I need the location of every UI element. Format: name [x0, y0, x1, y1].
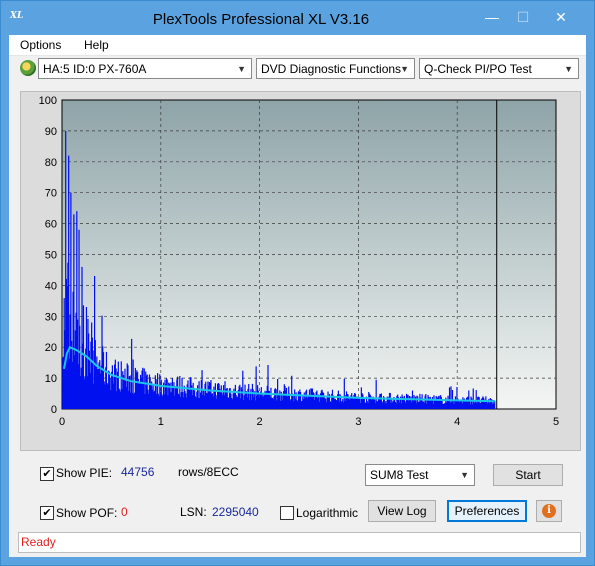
chevron-down-icon: ▼ — [460, 470, 469, 480]
show-poe-checkbox[interactable]: ✔ — [40, 506, 54, 520]
chevron-down-icon: ▼ — [564, 64, 573, 74]
sum-select-value: SUM8 Test — [370, 468, 429, 482]
chevron-down-icon: ▼ — [400, 64, 409, 74]
minimize-icon: — — [485, 9, 499, 25]
toolbar: HA:5 ID:0 PX-760A ▼ DVD Diagnostic Funct… — [9, 57, 586, 83]
logarithmic-checkbox[interactable] — [280, 506, 294, 520]
pie-unit: rows/8ECC — [178, 465, 239, 479]
chevron-down-icon: ▼ — [237, 64, 246, 74]
y-tick-label: 70 — [45, 188, 57, 200]
maximize-button[interactable]: ☐ — [508, 7, 538, 27]
info-button[interactable]: i — [536, 500, 562, 522]
close-icon: ✕ — [555, 9, 567, 25]
y-tick-label: 40 — [45, 280, 57, 292]
close-button[interactable]: ✕ — [539, 7, 583, 27]
menu-options[interactable]: Options — [20, 38, 61, 52]
drive-select[interactable]: HA:5 ID:0 PX-760A ▼ — [38, 58, 252, 79]
function-select-value: DVD Diagnostic Functions — [261, 62, 402, 76]
status-text: Ready — [21, 535, 56, 549]
window-title: PlexTools Professional XL V3.16 — [152, 11, 370, 28]
pie-row: ✔ Show PIE: 44756 rows/8ECC SUM8 Test ▼ … — [9, 460, 586, 486]
y-tick-label: 50 — [45, 250, 57, 262]
y-tick-label: 30 — [45, 311, 57, 323]
x-tick-label: 4 — [454, 416, 460, 428]
status-bar: Ready — [18, 532, 581, 553]
pi-chart: 0 10 20 30 40 50 60 70 80 90 100 0 1 2 3 4 5 — [39, 95, 559, 428]
y-tick-label: 10 — [45, 373, 57, 385]
function-select[interactable]: DVD Diagnostic Functions ▼ — [256, 58, 415, 79]
checkmark-icon: ✔ — [42, 468, 52, 480]
drive-disc-icon — [20, 60, 36, 76]
y-tick-label: 0 — [51, 404, 57, 416]
checkmark-icon: ✔ — [42, 507, 52, 519]
pi-chart-frame: 0 10 20 30 40 50 60 70 80 90 100 0 1 2 3 4 5 — [20, 91, 581, 451]
pof-row: ✔ Show POF: 0 LSN: 2295040 Logarithmic V… — [9, 500, 586, 524]
x-tick-label: 3 — [355, 416, 361, 428]
x-tick-label: 2 — [257, 416, 263, 428]
lsn-label: LSN: — [180, 505, 207, 519]
logarithmic-label: Logarithmic — [296, 506, 359, 520]
poe-value: 0 — [121, 505, 128, 519]
pie-value: 44756 — [121, 465, 155, 479]
show-pie-checkbox[interactable]: ✔ — [40, 467, 54, 481]
preferences-button[interactable]: Preferences — [447, 500, 527, 522]
y-tick-label: 80 — [45, 157, 57, 169]
x-tick-label: 0 — [59, 416, 65, 428]
info-icon: i — [542, 504, 556, 518]
y-tick-label: 20 — [45, 342, 57, 354]
title-bar[interactable]: XL PlexTools Professional XL V3.16 — ☐ ✕ — [1, 1, 594, 35]
y-tick-label: 100 — [39, 95, 57, 107]
minimize-button[interactable]: — — [477, 7, 507, 27]
menu-help[interactable]: Help — [84, 38, 109, 52]
lsn-value: 2295040 — [212, 505, 259, 519]
start-button[interactable]: Start — [493, 464, 563, 486]
drive-select-value: HA:5 ID:0 PX-760A — [43, 62, 147, 76]
view-log-button[interactable]: View Log — [368, 500, 436, 522]
sum-select[interactable]: SUM8 Test ▼ — [365, 464, 475, 486]
test-select[interactable]: Q-Check PI/PO Test ▼ — [419, 58, 579, 79]
app-window: XL PlexTools Professional XL V3.16 — ☐ ✕… — [0, 0, 595, 566]
x-tick-label: 5 — [553, 416, 559, 428]
test-select-value: Q-Check PI/PO Test — [424, 62, 532, 76]
show-poe-label: Show POF: — [56, 506, 118, 520]
menu-bar: Options Help — [9, 35, 586, 56]
x-tick-label: 1 — [158, 416, 164, 428]
y-tick-label: 90 — [45, 126, 57, 138]
y-tick-label: 60 — [45, 219, 57, 231]
show-pie-label: Show PIE: — [56, 466, 113, 480]
maximize-icon: ☐ — [516, 9, 530, 25]
main-panel: Options Help HA:5 ID:0 PX-760A ▼ DVD Dia… — [9, 35, 586, 557]
